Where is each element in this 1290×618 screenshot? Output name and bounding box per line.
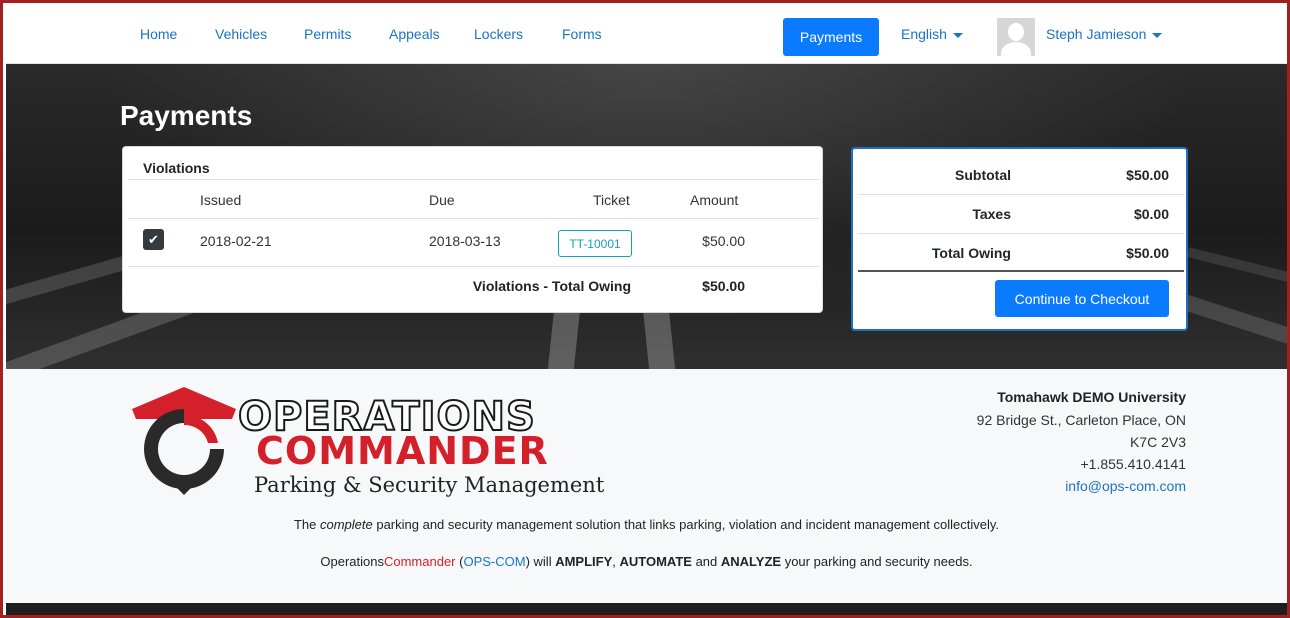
user-name: Steph Jamieson bbox=[1046, 26, 1147, 42]
divider bbox=[128, 266, 819, 267]
amp-commander: Commander bbox=[383, 554, 456, 569]
email-link[interactable]: info@ops-com.com bbox=[1065, 478, 1186, 494]
checkmark-icon: ✔ bbox=[148, 231, 159, 247]
col-amount-header: Amount bbox=[690, 192, 739, 208]
nav-payments-button[interactable]: Payments bbox=[783, 18, 879, 56]
nav-appeals-link[interactable]: Appeals bbox=[389, 26, 440, 42]
top-navbar: Home Vehicles Permits Appeals Lockers Fo… bbox=[6, 6, 1287, 64]
org-name: Tomahawk DEMO University bbox=[997, 389, 1186, 405]
amp-comma: , bbox=[612, 554, 620, 569]
violations-heading: Violations bbox=[143, 160, 210, 176]
avatar-head bbox=[1008, 23, 1024, 41]
subtotal-value: $50.00 bbox=[1126, 167, 1169, 183]
avatar[interactable] bbox=[997, 18, 1035, 56]
divider bbox=[128, 179, 819, 180]
amp-and: and bbox=[691, 554, 721, 569]
continue-to-checkout-button[interactable]: Continue to Checkout bbox=[995, 280, 1169, 317]
avatar-body bbox=[1001, 42, 1031, 56]
nav-payments-label: Payments bbox=[799, 29, 863, 45]
divider bbox=[858, 270, 1184, 272]
col-issued-header: Issued bbox=[200, 192, 242, 208]
footer-amplify-line: OperationsCommander (OPS-COM) will AMPLI… bbox=[6, 554, 1287, 569]
nav-permits-link[interactable]: Permits bbox=[304, 26, 351, 42]
amp-will: ) will bbox=[525, 554, 556, 569]
taxes-label: Taxes bbox=[972, 206, 1011, 222]
order-summary-card: Subtotal $50.00 Taxes $0.00 Total Owing … bbox=[851, 147, 1188, 331]
violation-due: 2018-03-13 bbox=[429, 233, 501, 249]
subtotal-label: Subtotal bbox=[955, 167, 1011, 183]
amp-amplify: AMPLIFY bbox=[555, 554, 613, 569]
violations-total-label: Violations - Total Owing bbox=[472, 278, 631, 294]
user-menu-dropdown[interactable]: Steph Jamieson bbox=[1046, 26, 1163, 42]
tagline-pre: The bbox=[293, 517, 320, 532]
email-container: info@ops-com.com bbox=[1065, 478, 1186, 494]
amp-analyze: ANALYZE bbox=[720, 554, 782, 569]
divider bbox=[858, 194, 1184, 195]
nav-forms-link[interactable]: Forms bbox=[562, 26, 602, 42]
total-owing-label: Total Owing bbox=[931, 245, 1011, 261]
address-line-1: 92 Bridge St., Carleton Place, ON bbox=[976, 412, 1186, 428]
ticket-link-button[interactable]: TT-10001 bbox=[558, 230, 632, 257]
nav-lockers-link[interactable]: Lockers bbox=[474, 26, 523, 42]
total-owing-value: $50.00 bbox=[1126, 245, 1169, 261]
nav-vehicles-link[interactable]: Vehicles bbox=[215, 26, 267, 42]
operations-commander-logo bbox=[132, 387, 236, 495]
amp-operations: Operations bbox=[320, 554, 384, 569]
ops-com-link[interactable]: OPS-COM bbox=[463, 554, 525, 569]
bottom-background-strip bbox=[6, 603, 1287, 615]
browser-frame: Home Vehicles Permits Appeals Lockers Fo… bbox=[0, 0, 1290, 618]
violation-issued: 2018-02-21 bbox=[200, 233, 272, 249]
chevron-down-icon bbox=[1152, 32, 1163, 38]
col-ticket-header: Ticket bbox=[593, 192, 630, 208]
violation-checkbox[interactable]: ✔ bbox=[143, 229, 164, 250]
nav-home-link[interactable]: Home bbox=[140, 26, 177, 42]
footer: OPERATIONS COMMANDER Parking & Security … bbox=[6, 369, 1287, 603]
address-line-2: K7C 2V3 bbox=[1129, 434, 1186, 450]
violations-card: Violations Issued Due Ticket Amount ✔ 20… bbox=[122, 146, 823, 313]
violation-amount: $50.00 bbox=[702, 233, 745, 249]
language-label: English bbox=[901, 26, 947, 42]
logo-tagline: Parking & Security Management bbox=[254, 473, 605, 497]
footer-description: The complete parking and security manage… bbox=[6, 517, 1287, 532]
divider bbox=[128, 218, 819, 219]
phone-number: +1.855.410.4141 bbox=[1080, 456, 1187, 472]
page-title: Payments bbox=[120, 100, 253, 131]
violations-total-value: $50.00 bbox=[702, 278, 745, 294]
logo-commander-text: COMMANDER bbox=[256, 429, 549, 473]
taxes-value: $0.00 bbox=[1133, 206, 1169, 222]
amp-automate: AUTOMATE bbox=[619, 554, 692, 569]
divider bbox=[858, 233, 1184, 234]
checkout-label: Continue to Checkout bbox=[1014, 290, 1150, 307]
chevron-down-icon bbox=[952, 32, 963, 38]
col-due-header: Due bbox=[429, 192, 455, 208]
lane-marking bbox=[1186, 247, 1287, 291]
ticket-number: TT-10001 bbox=[569, 236, 621, 251]
tagline-emphasis: complete bbox=[319, 517, 373, 532]
tagline-post: parking and security management solution… bbox=[372, 517, 1000, 532]
amp-end: your parking and security needs. bbox=[781, 554, 973, 569]
language-dropdown[interactable]: English bbox=[901, 26, 963, 42]
